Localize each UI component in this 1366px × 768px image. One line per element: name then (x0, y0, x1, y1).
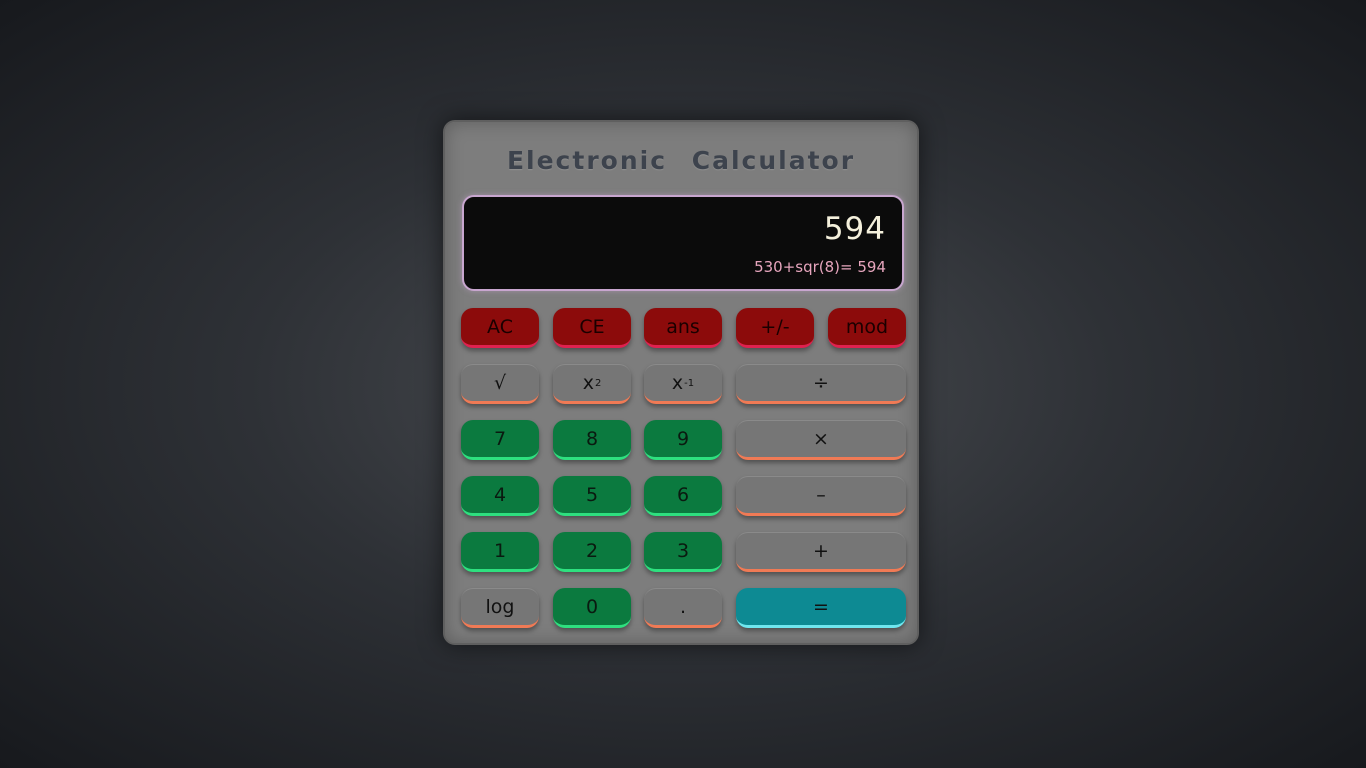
digit-0-button[interactable]: 0 (553, 588, 631, 628)
calculator: Electronic Calculator 594 530+sqr(8)= 59… (443, 120, 919, 645)
equals-button[interactable]: = (736, 588, 906, 628)
square-button[interactable]: x2 (553, 364, 631, 404)
digit-3-button[interactable]: 3 (644, 532, 722, 572)
square-base: x (582, 372, 594, 394)
plus-button[interactable]: + (736, 532, 906, 572)
digit-6-button[interactable]: 6 (644, 476, 722, 516)
display-expression: 530+sqr(8)= 594 (754, 258, 886, 276)
log-button[interactable]: log (461, 588, 539, 628)
ac-button[interactable]: AC (461, 308, 539, 348)
ans-button[interactable]: ans (644, 308, 722, 348)
multiply-button[interactable]: × (736, 420, 906, 460)
inverse-button[interactable]: x -1 (644, 364, 722, 404)
ce-button[interactable]: CE (553, 308, 631, 348)
display-screen: 594 530+sqr(8)= 594 (462, 195, 904, 291)
digit-4-button[interactable]: 4 (461, 476, 539, 516)
sqrt-button[interactable]: √ (461, 364, 539, 404)
digit-9-button[interactable]: 9 (644, 420, 722, 460)
inverse-exponent: -1 (684, 377, 695, 389)
plus-minus-button[interactable]: +/- (736, 308, 814, 348)
display-result: 594 (823, 211, 886, 247)
digit-5-button[interactable]: 5 (553, 476, 631, 516)
inverse-base: x (671, 372, 684, 394)
digit-2-button[interactable]: 2 (553, 532, 631, 572)
digit-7-button[interactable]: 7 (461, 420, 539, 460)
decimal-button[interactable]: . (644, 588, 722, 628)
digit-8-button[interactable]: 8 (553, 420, 631, 460)
divide-button[interactable]: ÷ (736, 364, 906, 404)
mod-button[interactable]: mod (828, 308, 906, 348)
calculator-title: Electronic Calculator (506, 146, 856, 175)
minus-button[interactable]: – (736, 476, 906, 516)
square-exponent: 2 (594, 377, 602, 389)
digit-1-button[interactable]: 1 (461, 532, 539, 572)
